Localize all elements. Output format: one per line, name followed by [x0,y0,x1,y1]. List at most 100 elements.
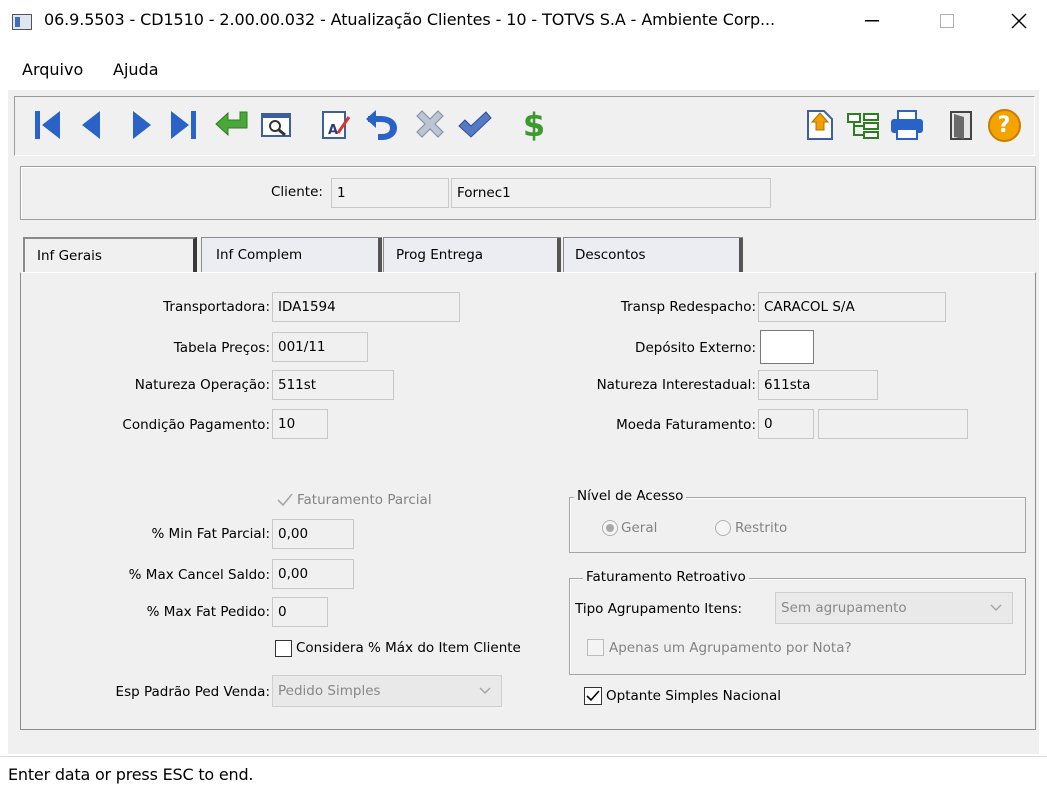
tree-icon [847,113,879,139]
deposito-externo-field[interactable] [760,330,814,364]
next-record-button[interactable] [127,104,157,146]
cliente-code-field[interactable]: 1 [331,178,449,208]
minimize-icon [865,20,879,22]
search-icon [261,113,291,137]
optante-simples-label: Optante Simples Nacional [606,688,782,704]
apenas-agrupamento-label: Apenas um Agrupamento por Nota? [609,640,852,656]
close-button[interactable] [996,0,1042,42]
title-bar: 06.9.5503 - CD1510 - 2.00.00.032 - Atual… [0,0,1047,42]
help-icon: ? [987,108,1021,142]
chevron-down-icon [479,687,491,694]
max-fat-pedido-field[interactable]: 0 [272,597,328,627]
menu-arquivo[interactable]: Arquivo [22,60,83,79]
tabela-precos-label: Tabela Preços: [173,340,270,356]
tab-label: Inf Complem [216,247,303,263]
app-icon [12,14,32,30]
last-record-icon [171,111,196,139]
menu-ajuda[interactable]: Ajuda [113,60,159,79]
moeda-faturamento-desc [818,409,968,439]
goto-button[interactable] [212,104,252,146]
goto-icon [215,111,248,137]
tab-inf-gerais[interactable]: Inf Gerais [23,237,197,273]
natureza-interestadual-label: Natureza Interestadual: [596,377,756,393]
status-bar-divider [0,756,1047,757]
delete-button[interactable] [410,104,450,146]
previous-record-button[interactable] [76,104,106,146]
delete-icon [416,110,444,138]
first-record-icon [35,111,60,139]
print-button[interactable] [888,104,926,146]
moeda-faturamento-field[interactable]: 0 [758,409,814,439]
next-record-icon [133,111,151,139]
tab-label: Inf Gerais [37,248,102,264]
radio-restrito-label: Restrito [735,520,788,536]
exit-icon [950,111,972,140]
status-bar-text: Enter data or press ESC to end. [8,765,254,784]
radio-restrito[interactable] [715,520,731,536]
considera-max-label: Considera % Máx do Item Cliente [296,640,521,656]
esp-padrao-value: Pedido Simples [278,683,381,699]
tree-button[interactable] [844,104,882,146]
tipo-agrupamento-label: Tipo Agrupamento Itens: [575,601,743,617]
edit-button[interactable]: A [318,104,354,146]
faturamento-parcial-label: Faturamento Parcial [297,492,432,508]
esp-padrao-select[interactable]: Pedido Simples [272,675,502,707]
tab-inf-complem[interactable]: Inf Complem [201,237,382,273]
financial-button[interactable]: $ [519,104,549,146]
maximize-icon [940,14,954,28]
tab-descontos[interactable]: Descontos [563,237,743,273]
cliente-label: Cliente: [271,184,323,200]
min-fat-parcial-field[interactable]: 0,00 [272,519,354,549]
condicao-pagamento-field[interactable]: 10 [272,409,328,439]
maximize-button[interactable] [924,0,970,42]
first-record-button[interactable] [30,104,64,146]
natureza-operacao-label: Natureza Operação: [134,377,270,393]
transportadora-field[interactable]: IDA1594 [272,292,460,322]
natureza-interestadual-field[interactable]: 611sta [758,370,878,400]
navigation-icon [807,110,833,140]
check-icon [586,690,600,702]
tab-label: Prog Entrega [396,247,484,263]
minimize-button[interactable] [849,0,895,42]
svg-text:A: A [328,123,338,138]
optante-simples-checkbox[interactable] [584,687,602,705]
deposito-externo-label: Depósito Externo: [635,340,756,356]
faturamento-retroativo-title: Faturamento Retroativo [583,569,749,585]
chevron-down-icon [990,604,1002,611]
last-record-button[interactable] [166,104,202,146]
max-cancel-saldo-field[interactable]: 0,00 [272,559,354,589]
tab-prog-entrega[interactable]: Prog Entrega [383,237,561,273]
moeda-faturamento-label: Moeda Faturamento: [616,417,756,433]
help-button[interactable]: ? [984,104,1024,146]
condicao-pagamento-label: Condição Pagamento: [122,417,270,433]
max-fat-pedido-label: % Max Fat Pedido: [146,604,270,620]
radio-geral-label: Geral [621,520,658,536]
tab-label: Descontos [575,247,646,263]
transportadora-label: Transportadora: [163,299,270,315]
search-button[interactable] [258,104,294,146]
navigation-button[interactable] [800,104,838,146]
considera-max-checkbox[interactable] [275,640,292,657]
apenas-agrupamento-checkbox[interactable] [587,639,604,656]
cliente-name-field: Fornec1 [451,178,771,208]
previous-record-icon [82,111,100,139]
undo-button[interactable] [362,104,402,146]
financial-icon: $ [522,106,546,144]
check-icon [277,493,293,507]
menu-bar: Arquivo Ajuda [0,60,1047,86]
tipo-agrupamento-value: Sem agrupamento [781,600,907,616]
print-icon [891,110,923,140]
tipo-agrupamento-select[interactable]: Sem agrupamento [775,592,1013,624]
radio-geral[interactable] [602,520,618,536]
confirm-button[interactable] [454,104,494,146]
natureza-operacao-field[interactable]: 511st [272,370,394,400]
window-title: 06.9.5503 - CD1510 - 2.00.00.032 - Atual… [44,10,776,29]
transp-redespacho-field[interactable]: CARACOL S/A [758,292,946,322]
confirm-icon [458,111,492,138]
faturamento-parcial-checkbox[interactable] [276,491,294,509]
tabela-precos-field[interactable]: 001/11 [272,332,368,362]
esp-padrao-label: Esp Padrão Ped Venda: [115,684,270,700]
exit-button[interactable] [946,104,976,146]
undo-icon [366,110,397,140]
edit-icon: A [322,111,351,139]
